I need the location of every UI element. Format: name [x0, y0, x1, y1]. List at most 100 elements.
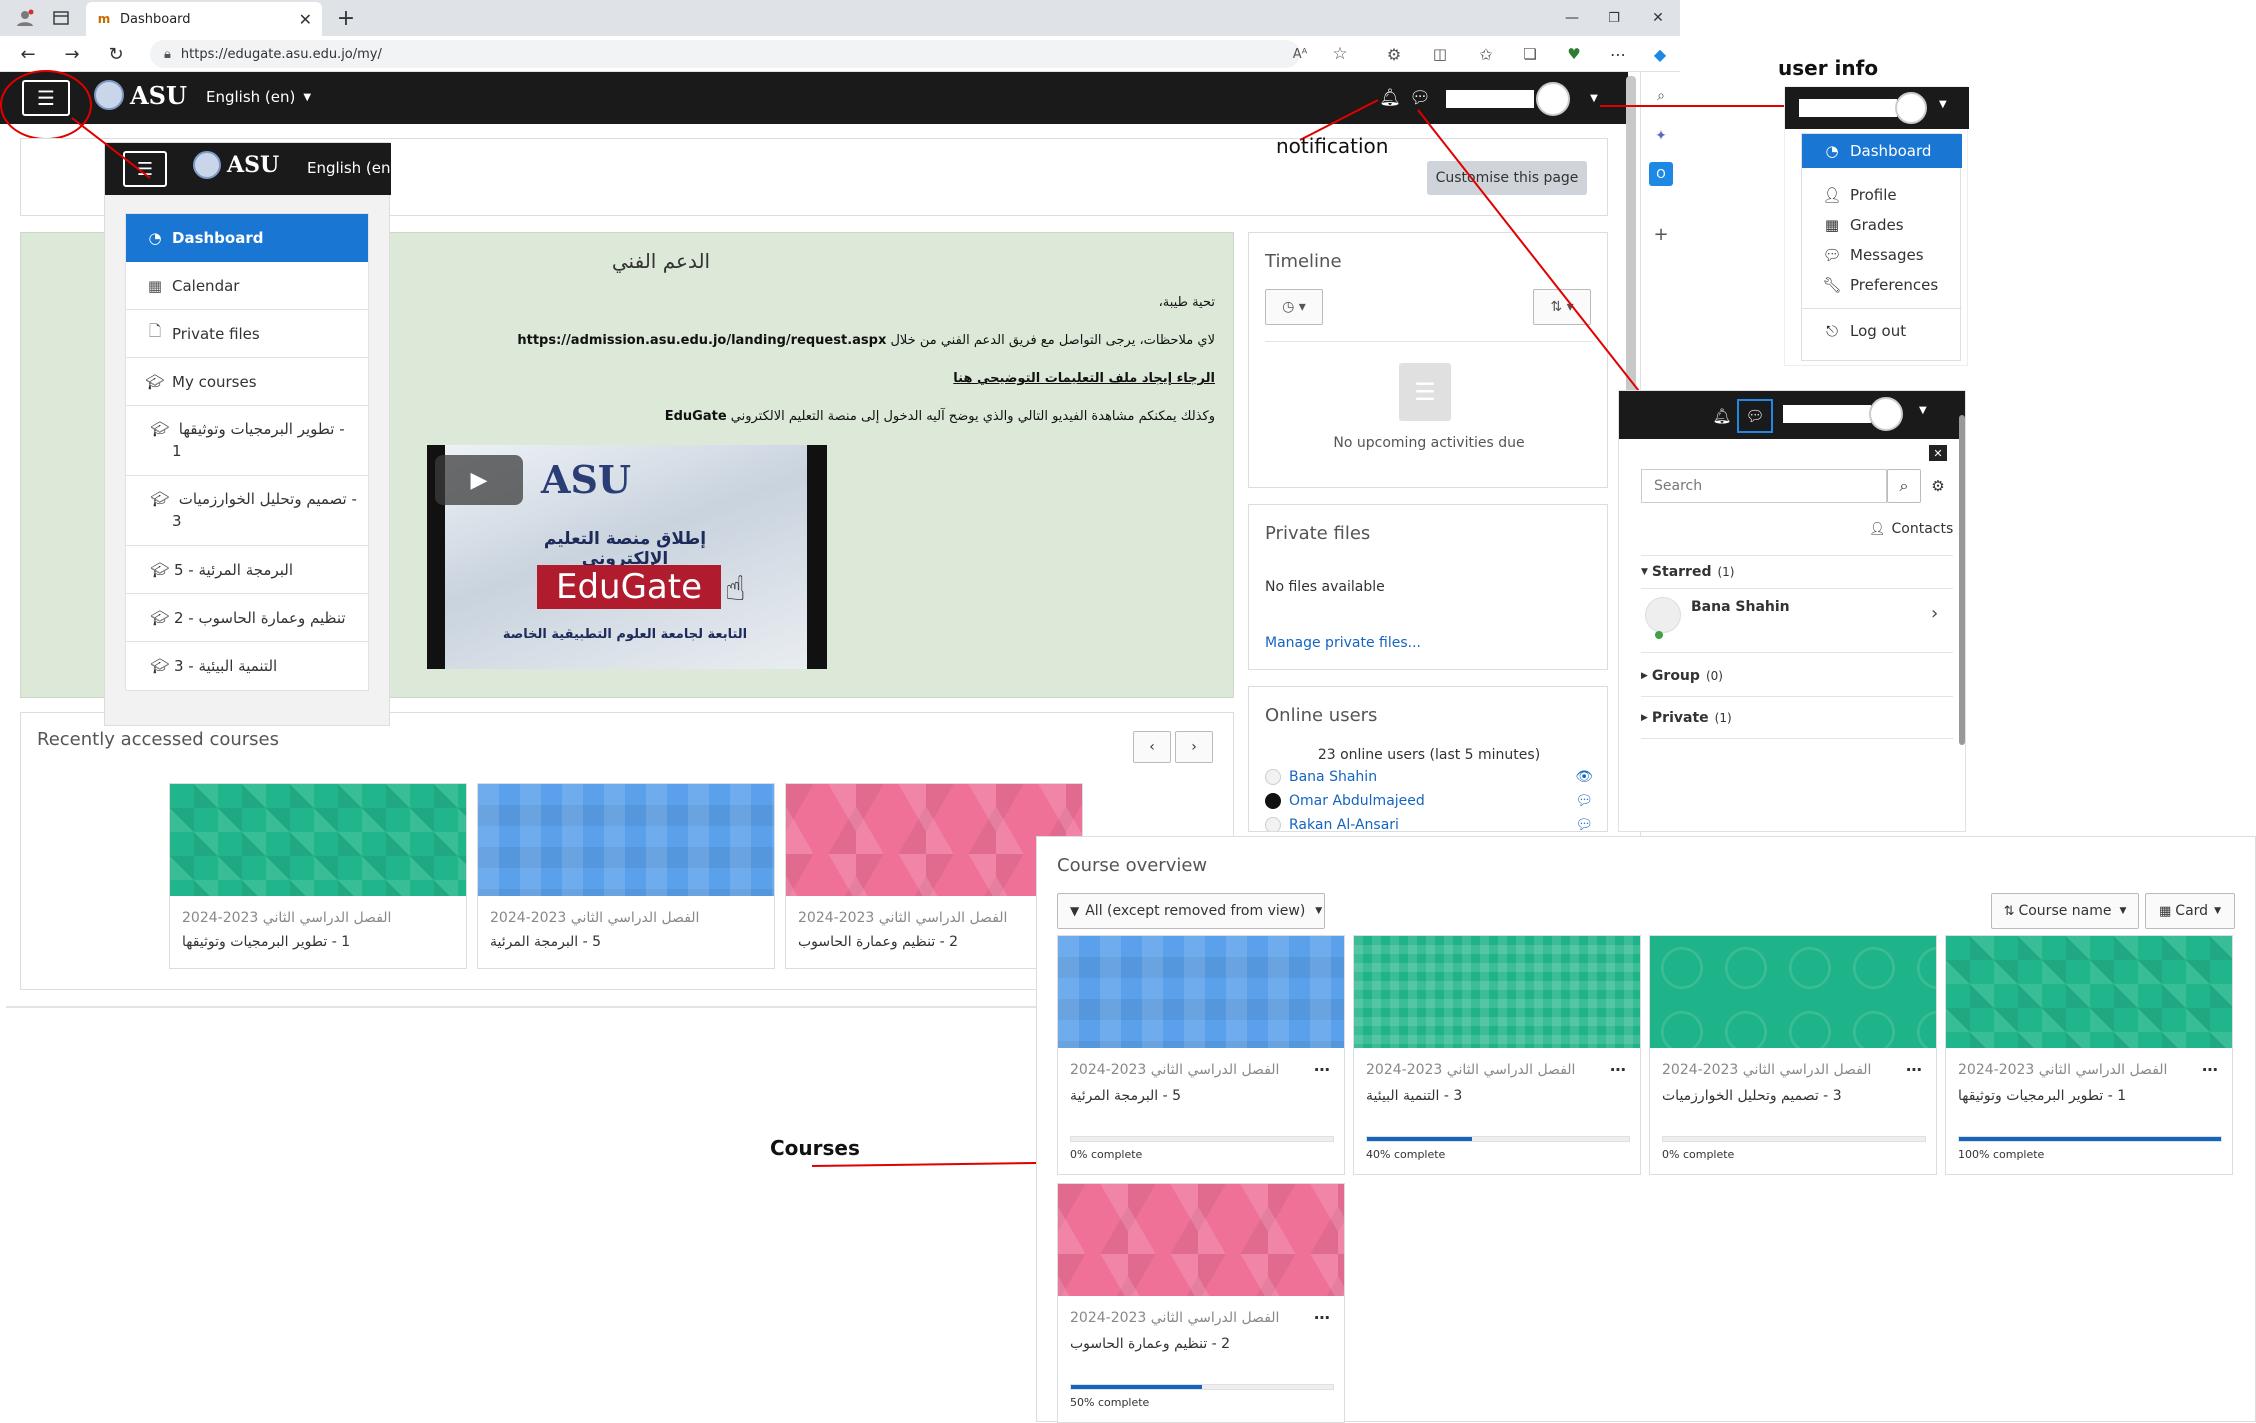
user-icon: 👤︎: [1869, 521, 1886, 537]
starred-count: (1): [1717, 565, 1735, 579]
annotation-line-messages: [1417, 109, 1669, 429]
close-drawer-icon[interactable]: ✕: [1929, 445, 1947, 461]
caret-right-icon: ▶: [1641, 712, 1648, 723]
user-menu-preferences[interactable]: 🔧︎ Preferences: [1802, 272, 1962, 298]
progress-label: 0% complete: [1662, 1148, 1735, 1161]
progress-fill: [1367, 1137, 1472, 1141]
progress-track: [1958, 1136, 2222, 1142]
course-term: الفصل الدراسي الثاني 2023-2024: [1958, 1062, 2168, 1078]
course-name[interactable]: 3 - التنمية البيئية: [1366, 1088, 1462, 1104]
course-actions-icon[interactable]: ⋯: [2202, 1060, 2218, 1079]
chevron-down-icon: ▼: [2214, 906, 2221, 916]
course-actions-icon[interactable]: ⋯: [1906, 1060, 1922, 1079]
progress-track: [1070, 1136, 1334, 1142]
messages-scrollbar[interactable]: [1959, 415, 1965, 745]
course-filter-dropdown[interactable]: ▼ All (except removed from view) ▼: [1057, 893, 1325, 929]
course-overview-overlay: Course overview ▼ All (except removed fr…: [1036, 836, 2256, 1423]
course-overview-title: Course overview: [1057, 855, 1208, 876]
annotation-line-hamburger: [71, 117, 151, 179]
group-header[interactable]: ▶ Group (0): [1641, 655, 1953, 697]
course-card[interactable]: الفصل الدراسي الثاني 2023-2024 ⋯ 3 - تصم…: [1649, 935, 1937, 1175]
chevron-down-icon[interactable]: ▼: [1939, 99, 1947, 110]
user-menu-logout[interactable]: ⎋ Log out: [1802, 318, 1962, 344]
user-dropdown: ◔ Dashboard 👤︎ Profile ▦ Grades 💬︎ Messa…: [1801, 133, 1962, 361]
avatar[interactable]: [1869, 397, 1903, 431]
search-placeholder: Search: [1654, 478, 1703, 494]
message-bubble-icon[interactable]: 💬︎: [1737, 399, 1773, 433]
progress-label: 100% complete: [1958, 1148, 2045, 1161]
course-image: [1650, 936, 1936, 1048]
message-settings-icon[interactable]: ⚙: [1927, 475, 1949, 497]
dashboard-icon: ◔: [1825, 142, 1839, 160]
table-icon: ▦: [1824, 216, 1840, 234]
course-view-dropdown[interactable]: ▦ Card ▼: [2145, 893, 2235, 929]
progress-track: [1070, 1384, 1334, 1390]
filter-icon: ▼: [1070, 904, 1080, 918]
contact-row[interactable]: Bana Shahin ›: [1641, 589, 1953, 653]
course-name[interactable]: 2 - تنظيم وعمارة الحاسوب: [1070, 1336, 1230, 1352]
course-name[interactable]: 5 - البرمجة المرئية: [1070, 1088, 1181, 1104]
course-actions-icon[interactable]: ⋯: [1314, 1060, 1330, 1079]
online-dot: [1655, 631, 1663, 639]
course-actions-icon[interactable]: ⋯: [1610, 1060, 1626, 1079]
username-redacted: [1799, 99, 1897, 117]
progress-fill: [1959, 1137, 2221, 1141]
course-name[interactable]: 3 - تصميم وتحليل الخوارزميات: [1662, 1088, 1842, 1104]
chevron-down-icon: ▼: [1315, 906, 1323, 916]
sort-label: Course name: [2018, 903, 2112, 919]
annotation-user-info: user info: [1778, 56, 1879, 80]
contact-avatar: [1645, 597, 1681, 633]
user-menu-label: Messages: [1850, 246, 1924, 264]
progress-fill: [1071, 1385, 1202, 1389]
progress-label: 0% complete: [1070, 1148, 1143, 1161]
course-term: الفصل الدراسي الثاني 2023-2024: [1662, 1062, 1872, 1078]
course-card[interactable]: الفصل الدراسي الثاني 2023-2024 ⋯ 3 - الت…: [1353, 935, 1641, 1175]
user-menu-grades[interactable]: ▦ Grades: [1802, 212, 1962, 238]
chevron-down-icon: ▼: [2119, 906, 2127, 916]
user-menu-messages[interactable]: 💬︎ Messages: [1802, 242, 1962, 268]
course-card[interactable]: الفصل الدراسي الثاني 2023-2024 ⋯ 1 - تطو…: [1945, 935, 2233, 1175]
course-image: [1354, 936, 1640, 1048]
wrench-icon: 🔧︎: [1822, 276, 1842, 294]
course-actions-icon[interactable]: ⋯: [1314, 1308, 1330, 1327]
group-label: Group: [1651, 667, 1700, 684]
avatar[interactable]: [1895, 92, 1927, 124]
message-search-input[interactable]: Search: [1641, 469, 1887, 503]
starred-header[interactable]: ▼ Starred (1): [1641, 555, 1953, 589]
progress-track: [1662, 1136, 1926, 1142]
user-menu-overlay: ▼ ◔ Dashboard 👤︎ Profile ▦ Grades 💬︎ Mes…: [1784, 86, 1969, 366]
notification-bell-icon[interactable]: 🔔︎: [1711, 405, 1733, 427]
progress-label: 50% complete: [1070, 1396, 1150, 1409]
chevron-right-icon: ›: [1931, 603, 1939, 624]
sort-icon: ⇅: [2003, 903, 2015, 919]
course-term: الفصل الدراسي الثاني 2023-2024: [1070, 1310, 1280, 1326]
starred-label: Starred: [1651, 564, 1712, 580]
user-menu-label: Preferences: [1850, 276, 1939, 294]
user-icon: 👤︎: [1822, 186, 1842, 204]
view-label: Card: [2175, 903, 2209, 919]
logout-icon: ⎋: [1826, 322, 1838, 340]
contacts-label: Contacts: [1891, 521, 1954, 537]
progress-label: 40% complete: [1366, 1148, 1446, 1161]
course-sort-dropdown[interactable]: ⇅ Course name ▼: [1991, 893, 2139, 929]
user-menu-label: Log out: [1850, 322, 1907, 340]
user-menu-label: Grades: [1850, 216, 1904, 234]
caret-down-icon: ▼: [1641, 567, 1648, 577]
user-menu-dashboard[interactable]: ◔ Dashboard: [1802, 134, 1962, 168]
progress-track: [1366, 1136, 1630, 1142]
course-card-grid: الفصل الدراسي الثاني 2023-2024 ⋯ 5 - الب…: [1057, 935, 2237, 1423]
course-image: [1058, 1184, 1344, 1296]
contacts-link[interactable]: 👤︎ Contacts: [1869, 521, 1953, 537]
user-menu-profile[interactable]: 👤︎ Profile: [1802, 182, 1962, 208]
course-card[interactable]: الفصل الدراسي الثاني 2023-2024 ⋯ 2 - تنظ…: [1057, 1183, 1345, 1423]
course-name[interactable]: 1 - تطوير البرمجيات وتوثيقها: [1958, 1088, 2126, 1104]
private-header[interactable]: ▶ Private (1): [1641, 697, 1953, 739]
user-menu-divider: [1802, 308, 1962, 309]
message-search-button[interactable]: ⌕: [1887, 469, 1921, 503]
grid-icon: ▦: [2159, 903, 2172, 919]
private-label: Private: [1651, 709, 1709, 726]
course-term: الفصل الدراسي الثاني 2023-2024: [1070, 1062, 1280, 1078]
course-card[interactable]: الفصل الدراسي الثاني 2023-2024 ⋯ 5 - الب…: [1057, 935, 1345, 1175]
chevron-down-icon[interactable]: ▼: [1919, 405, 1927, 416]
messages-navbar: 🔔︎ 💬︎ ▼: [1619, 391, 1965, 439]
